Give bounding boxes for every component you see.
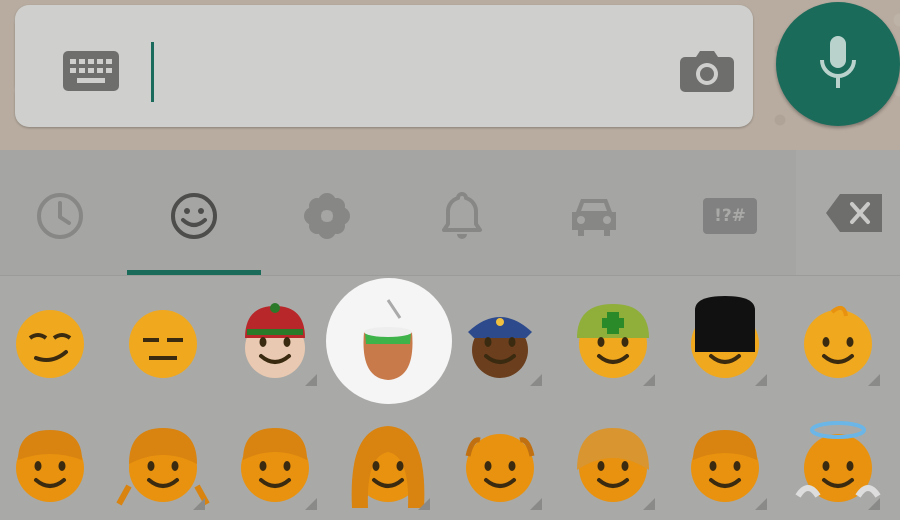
message-input-bar[interactable]: [15, 5, 753, 127]
skin-tone-indicator: [868, 374, 880, 386]
skin-tone-indicator: [305, 374, 317, 386]
text-cursor: [151, 42, 154, 102]
smirking-face-icon: [16, 310, 84, 378]
microphone-button[interactable]: [776, 2, 900, 126]
smiley-icon: [171, 193, 217, 239]
backspace-key[interactable]: [796, 150, 900, 275]
car-icon: [572, 199, 616, 236]
emoji-keyboard: !?#: [0, 150, 900, 510]
clock-icon: [37, 193, 83, 239]
skin-tone-indicator: [755, 498, 767, 510]
emoji-police-officer[interactable]: [450, 292, 550, 392]
camera-icon[interactable]: [679, 49, 735, 93]
skin-tone-indicator: [755, 374, 767, 386]
keyboard-icon[interactable]: [63, 51, 119, 91]
skin-tone-indicator: [643, 498, 655, 510]
emoji-woman[interactable]: [338, 416, 438, 516]
emoji-older-woman[interactable]: [563, 416, 663, 516]
keyboard-divider: [0, 275, 900, 276]
skin-tone-indicator: [530, 498, 542, 510]
emoji-mate-drink[interactable]: [338, 292, 438, 392]
emoji-grid: [0, 278, 900, 510]
emoji-baby[interactable]: [788, 292, 888, 392]
emoji-smirking-face[interactable]: [0, 292, 100, 392]
emoji-man[interactable]: [225, 416, 325, 516]
symbols-label: !?#: [703, 198, 757, 234]
emoji-baby-angel[interactable]: [788, 416, 888, 516]
skin-tone-indicator: [305, 498, 317, 510]
emoji-boy[interactable]: [0, 416, 100, 516]
emoji-category-bar: !?#: [0, 150, 796, 275]
microphone-icon: [820, 36, 856, 88]
tab-places[interactable]: [564, 186, 624, 246]
skin-tone-indicator: [193, 498, 205, 510]
emoji-man-with-gua-pi-mao[interactable]: [225, 292, 325, 392]
backspace-icon: [826, 194, 882, 232]
tab-smileys[interactable]: [164, 186, 224, 246]
flower-icon: [304, 193, 350, 239]
skin-tone-indicator: [530, 374, 542, 386]
skin-tone-indicator: [418, 498, 430, 510]
emoji-guardsman[interactable]: [675, 292, 775, 392]
tab-objects[interactable]: [297, 186, 357, 246]
emoji-helmet-worker[interactable]: [563, 292, 663, 392]
tab-symbols[interactable]: !?#: [700, 186, 760, 246]
boy-icon: [16, 430, 84, 502]
emoji-expressionless-face[interactable]: [113, 292, 213, 392]
skin-tone-indicator: [643, 374, 655, 386]
tab-nature[interactable]: [432, 186, 492, 246]
skin-tone-indicator: [868, 498, 880, 510]
mate-drink-icon: [363, 299, 413, 380]
bell-icon: [442, 192, 482, 239]
emoji-girl[interactable]: [113, 416, 213, 516]
emoji-man-2[interactable]: [675, 416, 775, 516]
tab-recent[interactable]: [30, 186, 90, 246]
emoji-older-man[interactable]: [450, 416, 550, 516]
expressionless-face-icon: [129, 310, 197, 378]
